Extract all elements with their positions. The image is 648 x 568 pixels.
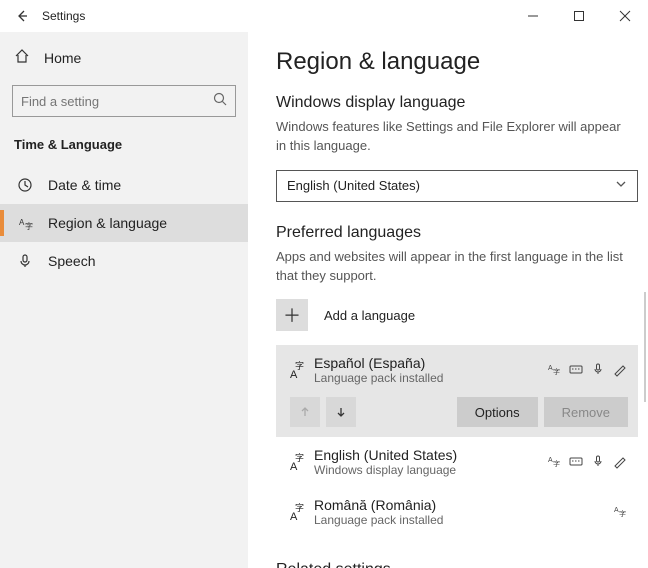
language-glyph-icon: 字A bbox=[284, 359, 314, 381]
speech-badge-icon bbox=[590, 454, 606, 471]
language-subtitle: Language pack installed bbox=[314, 513, 612, 527]
titlebar: Settings bbox=[0, 0, 648, 32]
svg-text:A: A bbox=[290, 369, 298, 381]
chevron-down-icon bbox=[615, 178, 627, 193]
related-settings-heading: Related settings bbox=[276, 561, 638, 568]
language-subtitle: Windows display language bbox=[314, 463, 546, 477]
tts-badge-icon: A字 bbox=[546, 362, 562, 379]
nav-item-label: Speech bbox=[48, 253, 95, 269]
nav-home-label: Home bbox=[44, 50, 81, 66]
language-name: English (United States) bbox=[314, 447, 546, 463]
language-item[interactable]: 字A Română (România) Language pack instal… bbox=[276, 487, 638, 537]
keyboard-badge-icon bbox=[568, 362, 584, 379]
language-name: Español (España) bbox=[314, 355, 546, 371]
language-glyph-icon: 字A bbox=[284, 451, 314, 473]
home-icon bbox=[14, 48, 30, 67]
page-title: Region & language bbox=[276, 48, 638, 76]
dropdown-value: English (United States) bbox=[287, 178, 420, 193]
language-actions: Options Remove bbox=[284, 397, 628, 427]
nav-item-region-language[interactable]: A字 Region & language bbox=[0, 204, 248, 242]
search-box[interactable] bbox=[12, 85, 236, 117]
language-features: A字 bbox=[546, 454, 628, 471]
clock-icon bbox=[16, 177, 34, 193]
window-controls bbox=[510, 0, 648, 32]
language-features: A字 bbox=[612, 504, 628, 521]
keyboard-badge-icon bbox=[568, 454, 584, 471]
language-item[interactable]: 字A English (United States) Windows displ… bbox=[276, 437, 638, 487]
language-subtitle: Language pack installed bbox=[314, 371, 546, 385]
nav-item-date-time[interactable]: Date & time bbox=[0, 166, 248, 204]
microphone-icon bbox=[16, 253, 34, 269]
language-glyph-icon: 字A bbox=[284, 501, 314, 523]
move-up-button[interactable] bbox=[290, 397, 320, 427]
options-button[interactable]: Options bbox=[457, 397, 538, 427]
language-name: Română (România) bbox=[314, 497, 612, 513]
tts-badge-icon: A字 bbox=[612, 504, 628, 521]
nav-home[interactable]: Home bbox=[12, 42, 236, 73]
language-item[interactable]: 字A Español (España) Language pack instal… bbox=[276, 345, 638, 437]
arrow-left-icon bbox=[15, 9, 29, 23]
tts-badge-icon: A字 bbox=[546, 454, 562, 471]
nav-item-label: Region & language bbox=[48, 215, 167, 231]
svg-text:A: A bbox=[290, 511, 298, 523]
search-icon bbox=[213, 92, 227, 111]
svg-text:字: 字 bbox=[619, 509, 626, 518]
display-language-description: Windows features like Settings and File … bbox=[276, 118, 638, 156]
language-features: A字 bbox=[546, 362, 628, 379]
back-button[interactable] bbox=[8, 2, 36, 30]
nav-item-label: Date & time bbox=[48, 177, 121, 193]
add-language-label: Add a language bbox=[324, 308, 415, 323]
handwriting-badge-icon bbox=[612, 362, 628, 379]
move-down-button[interactable] bbox=[326, 397, 356, 427]
sidebar: Home Time & Language Date & time A字 Regi… bbox=[0, 32, 248, 568]
plus-icon: ＋ bbox=[276, 299, 308, 331]
preferred-languages-heading: Preferred languages bbox=[276, 224, 638, 242]
preferred-languages-description: Apps and websites will appear in the fir… bbox=[276, 248, 638, 286]
language-list: 字A Español (España) Language pack instal… bbox=[276, 345, 638, 537]
language-icon: A字 bbox=[16, 215, 34, 231]
speech-badge-icon bbox=[590, 362, 606, 379]
svg-text:A: A bbox=[290, 461, 298, 473]
svg-text:字: 字 bbox=[553, 367, 560, 376]
display-language-dropdown[interactable]: English (United States) bbox=[276, 170, 638, 202]
scrollbar[interactable] bbox=[644, 292, 646, 402]
minimize-button[interactable] bbox=[510, 0, 556, 32]
maximize-button[interactable] bbox=[556, 0, 602, 32]
display-language-heading: Windows display language bbox=[276, 94, 638, 112]
svg-text:字: 字 bbox=[25, 221, 33, 231]
search-input[interactable] bbox=[21, 94, 213, 109]
remove-button[interactable]: Remove bbox=[544, 397, 628, 427]
window-title: Settings bbox=[42, 9, 510, 23]
main-content: Region & language Windows display langua… bbox=[248, 32, 648, 568]
sidebar-category: Time & Language bbox=[12, 137, 236, 152]
close-button[interactable] bbox=[602, 0, 648, 32]
handwriting-badge-icon bbox=[612, 454, 628, 471]
nav-item-speech[interactable]: Speech bbox=[0, 242, 248, 280]
add-language-button[interactable]: ＋ Add a language bbox=[276, 299, 638, 331]
svg-text:字: 字 bbox=[553, 459, 560, 468]
